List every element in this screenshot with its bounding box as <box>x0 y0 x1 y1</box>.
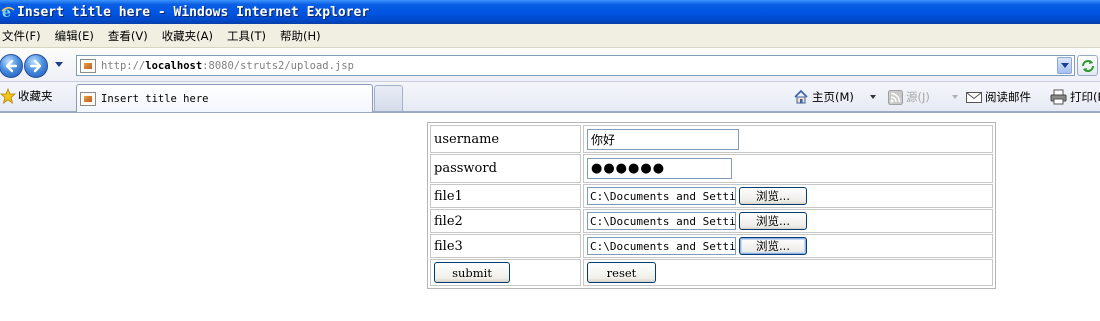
recent-pages-dropdown[interactable] <box>53 60 65 70</box>
upload-form-table: username 你好 password ●●●●●● file1 C:\Doc… <box>427 122 996 289</box>
feeds-label: 源(J) <box>906 90 930 104</box>
address-field[interactable]: http://localhost:8080/struts2/upload.jsp <box>76 55 1075 76</box>
printer-icon <box>1050 89 1067 105</box>
chevron-down-icon <box>1060 63 1069 68</box>
page-icon <box>80 58 96 73</box>
home-icon <box>794 89 808 104</box>
feeds-button[interactable]: 源(J) <box>888 89 930 105</box>
reset-cell: reset <box>583 259 993 286</box>
username-label: username <box>434 131 500 147</box>
page-icon <box>80 91 96 106</box>
print-label: 打印(R) <box>1070 90 1100 104</box>
chevron-down-icon[interactable] <box>869 94 877 100</box>
menu-tools[interactable]: 工具(T) <box>223 28 270 44</box>
read-mail-button[interactable]: 阅读邮件 <box>966 89 1031 105</box>
password-label: password <box>434 161 497 176</box>
menu-help[interactable]: 帮助(H) <box>276 28 325 44</box>
tab-insert-title[interactable]: Insert title here <box>76 84 373 112</box>
home-button[interactable]: 主页(M) <box>793 89 854 105</box>
submit-cell: submit <box>430 259 581 286</box>
refresh-go-button[interactable] <box>1077 55 1098 76</box>
file3-label: file3 <box>434 238 463 254</box>
arrow-right-icon <box>29 59 42 73</box>
read-mail-label: 阅读邮件 <box>985 90 1031 104</box>
content-divider <box>0 112 1100 113</box>
print-button[interactable]: 打印(R) <box>1050 89 1100 105</box>
favorites-button[interactable]: 收藏夹 <box>0 88 53 104</box>
menu-edit[interactable]: 编辑(E) <box>51 28 98 44</box>
password-input[interactable]: ●●●●●● <box>587 158 732 179</box>
form-row-password: password ●●●●●● <box>430 154 993 183</box>
chevron-down-icon[interactable] <box>951 94 959 100</box>
file2-label: file2 <box>434 213 463 229</box>
submit-button[interactable]: submit <box>434 262 510 283</box>
file1-path-input[interactable]: C:\Documents and Settings <box>587 187 736 205</box>
address-url: http://localhost:8080/struts2/upload.jsp <box>101 59 354 72</box>
file2-browse-button[interactable]: 浏览... <box>739 212 807 230</box>
tab-title: Insert title here <box>101 92 209 105</box>
username-input-cell: 你好 <box>583 125 993 153</box>
file3-path-input[interactable]: C:\Documents and Settings <box>587 237 736 255</box>
chevron-down-icon <box>55 62 63 67</box>
arrow-left-icon <box>5 59 18 73</box>
form-row-file3: file3 C:\Documents and Settings 浏览... <box>430 234 993 258</box>
file2-path-input[interactable]: C:\Documents and Settings <box>587 212 736 230</box>
tab-bar: 收藏夹 Insert title here 主页(M) 源(J) 阅读邮件 打印… <box>0 82 1100 112</box>
reset-button[interactable]: reset <box>587 262 656 283</box>
password-label-cell: password <box>430 154 581 183</box>
form-row-file1: file1 C:\Documents and Settings 浏览... <box>430 184 993 208</box>
username-input[interactable]: 你好 <box>587 128 739 150</box>
window-title: Insert title here - Windows Internet Exp… <box>17 4 370 20</box>
file1-label: file1 <box>434 188 463 204</box>
file2-label-cell: file2 <box>430 209 581 233</box>
menu-bar: 文件(F) 编辑(E) 查看(V) 收藏夹(A) 工具(T) 帮助(H) <box>0 24 1100 48</box>
star-icon <box>0 88 16 104</box>
menu-file[interactable]: 文件(F) <box>0 28 45 44</box>
menu-favorites[interactable]: 收藏夹(A) <box>158 28 217 44</box>
address-dropdown-button[interactable] <box>1057 57 1072 74</box>
form-row-actions: submit reset <box>430 259 993 286</box>
password-input-cell: ●●●●●● <box>583 154 993 183</box>
file3-browse-button[interactable]: 浏览... <box>739 237 807 255</box>
window-title-bar[interactable]: e Insert title here - Windows Internet E… <box>0 0 1100 24</box>
file1-label-cell: file1 <box>430 184 581 208</box>
new-tab-button[interactable] <box>374 85 403 111</box>
rss-icon <box>888 89 903 105</box>
home-label: 主页(M) <box>812 90 854 104</box>
mail-icon <box>966 91 982 103</box>
back-button[interactable] <box>0 54 23 78</box>
username-label-cell: username <box>430 125 581 153</box>
menu-view[interactable]: 查看(V) <box>104 28 152 44</box>
file1-input-cell: C:\Documents and Settings 浏览... <box>583 184 993 208</box>
form-row-file2: file2 C:\Documents and Settings 浏览... <box>430 209 993 233</box>
file2-input-cell: C:\Documents and Settings 浏览... <box>583 209 993 233</box>
address-toolbar: http://localhost:8080/struts2/upload.jsp <box>0 48 1100 82</box>
form-row-username: username 你好 <box>430 125 993 153</box>
refresh-icon <box>1081 59 1094 72</box>
forward-button[interactable] <box>24 54 48 78</box>
file3-input-cell: C:\Documents and Settings 浏览... <box>583 234 993 258</box>
file1-browse-button[interactable]: 浏览... <box>739 187 807 205</box>
favorites-label: 收藏夹 <box>18 89 53 103</box>
internet-explorer-icon: e <box>1 5 15 19</box>
file3-label-cell: file3 <box>430 234 581 258</box>
